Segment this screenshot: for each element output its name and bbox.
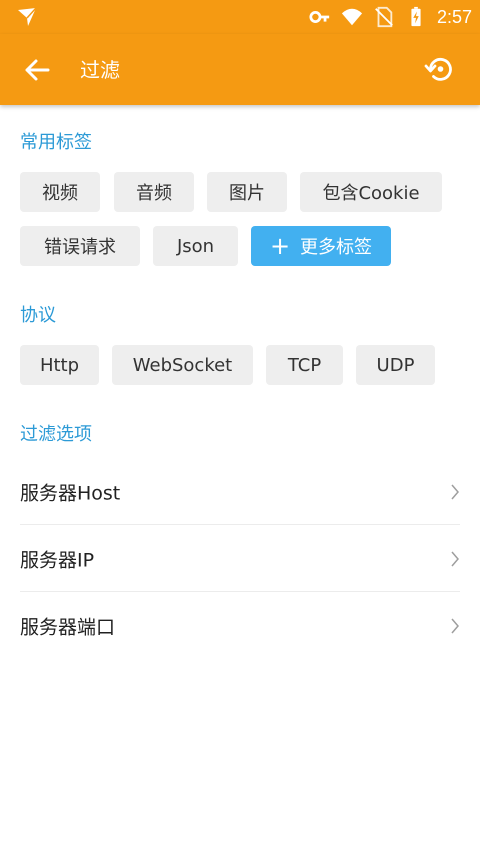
page-title: 过滤: [80, 58, 120, 82]
plus-icon: +: [269, 232, 291, 260]
protocol-chip-tcp[interactable]: TCP: [266, 345, 343, 385]
chevron-right-icon: [451, 551, 459, 566]
section-title-filters: 过滤选项: [20, 424, 92, 445]
chevron-right-icon: [451, 484, 459, 499]
protocol-chip-udp[interactable]: UDP: [356, 345, 435, 385]
arrow-left-icon[interactable]: [22, 55, 52, 85]
tag-chip-json[interactable]: Json: [153, 226, 238, 266]
more-tags-button[interactable]: + 更多标签: [251, 226, 391, 266]
more-tags-label: 更多标签: [300, 237, 373, 258]
app-notification-icon: [18, 7, 37, 26]
filter-row-ip[interactable]: 服务器IP: [0, 525, 480, 592]
app-bar: [0, 34, 480, 105]
section-title-protocol: 协议: [20, 305, 56, 326]
tag-chip-video[interactable]: 视频: [20, 172, 100, 212]
wifi-icon: [341, 8, 363, 26]
tag-chip-image[interactable]: 图片: [207, 172, 287, 212]
chevron-right-icon: [451, 618, 459, 633]
protocol-chip-http[interactable]: Http: [20, 345, 99, 385]
filter-row-label: 服务器Host: [20, 482, 121, 504]
restore-icon[interactable]: [424, 53, 456, 85]
protocol-chip-websocket[interactable]: WebSocket: [112, 345, 253, 385]
status-time: 2:57: [436, 6, 472, 27]
tag-chip-audio[interactable]: 音频: [114, 172, 194, 212]
tag-chip-error-request[interactable]: 错误请求: [20, 226, 140, 266]
filter-row-label: 服务器IP: [20, 549, 95, 571]
tag-chip-cookie[interactable]: 包含Cookie: [300, 172, 442, 212]
filter-row-label: 服务器端口: [20, 616, 116, 638]
battery-charging-icon: [411, 6, 421, 27]
section-title-tags: 常用标签: [20, 132, 92, 153]
no-sim-icon: [375, 6, 393, 28]
filter-row-host[interactable]: 服务器Host: [0, 458, 480, 525]
status-bar: 2:57: [0, 0, 480, 34]
filter-row-port[interactable]: 服务器端口: [0, 592, 480, 659]
vpn-key-icon: [309, 11, 330, 23]
